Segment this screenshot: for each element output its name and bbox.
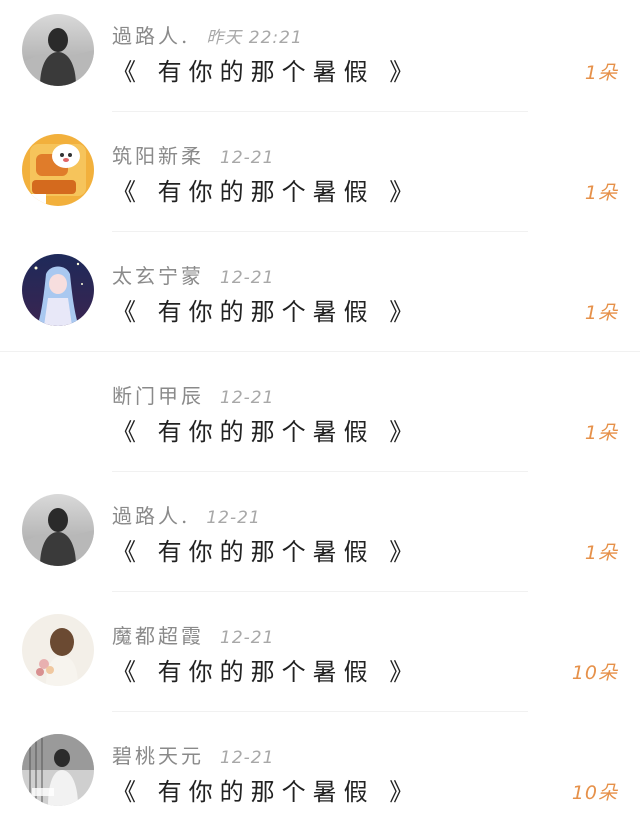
comment-item[interactable]: 断门甲辰 12-21 《 有你的那个暑假 》 1朵 (0, 360, 640, 480)
comment-item[interactable]: 碧桃天元 12-21 《 有你的那个暑假 》 10朵 (0, 720, 640, 840)
user-name[interactable]: 過路人. (112, 500, 190, 529)
divider (112, 231, 528, 232)
user-name[interactable]: 太玄宁蒙 (112, 260, 204, 289)
comment-item[interactable]: 過路人. 12-21 《 有你的那个暑假 》 1朵 (0, 480, 640, 600)
comment-time: 12-21 (220, 148, 275, 168)
comment-title[interactable]: 《 有你的那个暑假 》 (112, 292, 420, 327)
person-photo-avatar-icon[interactable] (22, 734, 94, 806)
comment-time: 12-21 (220, 268, 275, 288)
comment-meta: 碧桃天元 12-21 (112, 740, 275, 769)
divider (112, 591, 528, 592)
comment-meta: 太玄宁蒙 12-21 (112, 260, 275, 289)
divider (0, 351, 640, 352)
comment-time: 12-21 (220, 388, 275, 408)
comment-time: 12-21 (206, 508, 261, 528)
hooded-figure-avatar-icon[interactable] (22, 14, 94, 86)
user-name[interactable]: 断门甲辰 (112, 380, 204, 409)
comment-time: 12-21 (220, 628, 275, 648)
user-name[interactable]: 魔都超霞 (112, 620, 204, 649)
comment-meta: 断门甲辰 12-21 (112, 380, 275, 409)
cartoon-animal-avatar-icon[interactable] (22, 134, 94, 206)
user-name[interactable]: 筑阳新柔 (112, 140, 204, 169)
comment-meta: 魔都超霞 12-21 (112, 620, 275, 649)
comment-item[interactable]: 魔都超霞 12-21 《 有你的那个暑假 》 10朵 (0, 600, 640, 720)
comment-meta: 筑阳新柔 12-21 (112, 140, 275, 169)
flower-count: 1朵 (584, 182, 618, 204)
girl-with-flowers-avatar-icon[interactable] (22, 614, 94, 686)
comment-title[interactable]: 《 有你的那个暑假 》 (112, 652, 420, 687)
flower-count: 1朵 (584, 422, 618, 444)
comment-time: 12-21 (220, 748, 275, 768)
flower-count: 1朵 (584, 62, 618, 84)
comment-title[interactable]: 《 有你的那个暑假 》 (112, 412, 420, 447)
comment-title[interactable]: 《 有你的那个暑假 》 (112, 172, 420, 207)
divider (112, 711, 528, 712)
hooded-figure-avatar-icon[interactable] (22, 494, 94, 566)
user-name[interactable]: 過路人. (112, 20, 190, 49)
comment-list: 過路人. 昨天 22:21 《 有你的那个暑假 》 1朵 筑阳新柔 12-21 (0, 0, 640, 826)
comment-title[interactable]: 《 有你的那个暑假 》 (112, 532, 420, 567)
user-name[interactable]: 碧桃天元 (112, 740, 204, 769)
comment-item[interactable]: 過路人. 昨天 22:21 《 有你的那个暑假 》 1朵 (0, 0, 640, 120)
divider (112, 111, 528, 112)
flower-count: 1朵 (584, 302, 618, 324)
comment-meta: 過路人. 昨天 22:21 (112, 20, 303, 49)
comment-meta: 過路人. 12-21 (112, 500, 261, 529)
flower-count: 1朵 (584, 542, 618, 564)
flower-count: 10朵 (571, 782, 618, 804)
comment-item[interactable]: 太玄宁蒙 12-21 《 有你的那个暑假 》 1朵 (0, 240, 640, 360)
anime-girl-avatar-icon[interactable] (22, 254, 94, 326)
flower-count: 10朵 (571, 662, 618, 684)
comment-item[interactable]: 筑阳新柔 12-21 《 有你的那个暑假 》 1朵 (0, 120, 640, 240)
divider (112, 471, 528, 472)
comment-title[interactable]: 《 有你的那个暑假 》 (112, 772, 420, 807)
comment-time: 昨天 22:21 (206, 28, 303, 48)
comment-title[interactable]: 《 有你的那个暑假 》 (112, 52, 420, 87)
